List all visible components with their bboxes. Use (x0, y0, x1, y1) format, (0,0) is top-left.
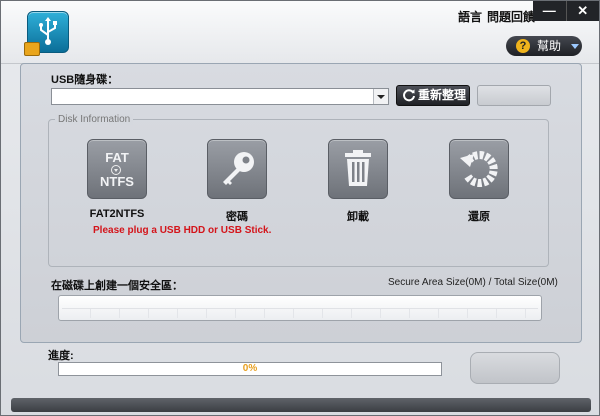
restore-icon (460, 151, 498, 188)
progress-label: 進度: (48, 350, 74, 362)
fat2ntfs-label: FAT2NTFS (89, 208, 145, 220)
unmount-label: 卸載 (347, 211, 369, 223)
ntfs-text: NTFS (100, 174, 134, 189)
restore-label: 還原 (468, 211, 490, 223)
usb-drive-label: USB隨身碟： (51, 74, 119, 86)
usb-lock-app-icon (24, 11, 69, 56)
app-window: 語言 問題回饋 — ✕ ? 幫助 USB隨身碟： 重新整理 Disk Infor… (0, 0, 600, 416)
lock-badge-icon (24, 42, 40, 56)
progress-percent: 0% (242, 363, 258, 374)
window-controls: — ✕ (533, 1, 599, 21)
close-button[interactable]: ✕ (565, 1, 600, 21)
slider-track (62, 308, 538, 318)
unmount-button[interactable] (328, 139, 388, 199)
refresh-icon (403, 89, 415, 102)
secure-area-slider[interactable] (58, 295, 542, 321)
start-button[interactable] (470, 352, 560, 384)
usb-drive-select[interactable] (51, 88, 389, 105)
progress-bar: 0% (58, 362, 442, 376)
fat-text: FAT (105, 150, 129, 165)
help-label: 幫助 (537, 39, 562, 53)
language-menu[interactable]: 語言 (458, 8, 482, 25)
password-label: 密碼 (226, 211, 248, 223)
help-button[interactable]: ? 幫助 (506, 36, 582, 56)
secure-area-label: 在磁碟上創建一個安全區： (51, 280, 183, 292)
minimize-button[interactable]: — (533, 1, 566, 21)
chevron-down-icon (571, 44, 579, 49)
restore-button[interactable] (449, 139, 509, 199)
feedback-menu[interactable]: 問題回饋 (487, 8, 535, 25)
trash-icon (345, 150, 371, 186)
refresh-button[interactable]: 重新整理 (396, 85, 470, 106)
refresh-label: 重新整理 (418, 88, 467, 102)
status-strip (11, 398, 591, 412)
key-icon (223, 152, 254, 185)
question-icon: ? (516, 39, 530, 53)
disk-information-legend: Disk Information (55, 114, 134, 125)
warning-message: Please plug a USB HDD or USB Stick. (93, 225, 272, 236)
password-button[interactable] (207, 139, 267, 199)
fat2ntfs-button[interactable]: FAT NTFS (87, 139, 147, 199)
secure-area-size: Secure Area Size(0M) / Total Size(0M) (388, 277, 558, 288)
dropdown-arrow-icon[interactable] (373, 89, 388, 104)
disabled-action-button[interactable] (477, 85, 551, 106)
title-bar: 語言 問題回饋 — ✕ ? 幫助 (1, 1, 599, 64)
